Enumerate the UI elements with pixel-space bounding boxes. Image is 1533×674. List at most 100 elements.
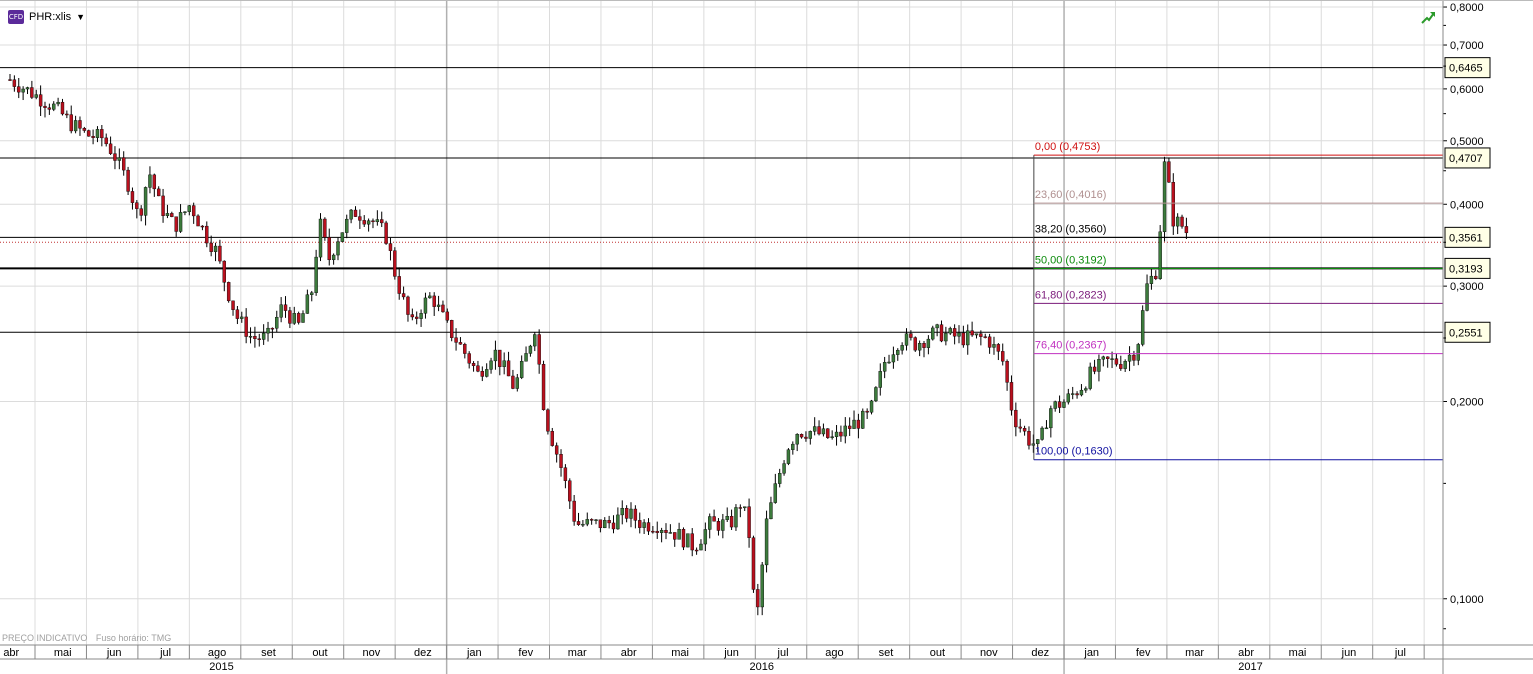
candle-body <box>78 120 82 129</box>
candle-body <box>1009 382 1014 411</box>
candle-body <box>100 129 104 139</box>
candle-body <box>764 518 769 566</box>
candle-body <box>257 338 261 340</box>
candle-body <box>1167 161 1171 183</box>
candle-body <box>375 219 380 223</box>
x-month-label: jun <box>1341 647 1357 659</box>
candle-body <box>524 353 528 362</box>
candle-body <box>834 431 839 437</box>
candle-body <box>708 516 712 530</box>
candle-body <box>1105 356 1110 359</box>
candle-body <box>323 218 327 238</box>
candle-body <box>655 530 659 533</box>
candle-body <box>1097 359 1101 372</box>
candle-body <box>633 508 638 521</box>
x-year-label: 2015 <box>209 661 233 673</box>
candle-body <box>65 113 69 116</box>
candle-body <box>156 188 161 197</box>
level-label: 0,3561 <box>1449 232 1483 244</box>
candle-body <box>463 344 467 354</box>
candle-body <box>642 522 646 528</box>
x-month-label: fev <box>518 647 533 659</box>
level-label: 0,2551 <box>1449 327 1483 339</box>
candle-body <box>948 328 952 334</box>
candle-body <box>345 218 349 233</box>
candle-body <box>677 529 681 540</box>
candle-body <box>909 333 913 338</box>
candle-body <box>629 508 633 519</box>
candle-body <box>791 443 795 450</box>
candle-body <box>690 533 694 551</box>
price-chart[interactable]: 0,6465 0,4707 0,3561 0,3193 0,2551 0,00 (0,4… <box>0 0 1533 674</box>
candle-body <box>122 157 126 171</box>
y-tick-label: 0,8000 <box>1450 2 1484 14</box>
candle-body <box>760 564 764 608</box>
x-month-label: jun <box>723 647 739 659</box>
candle-body <box>603 520 607 529</box>
candle-body <box>235 309 240 319</box>
candle-body <box>445 311 450 321</box>
symbol-label[interactable]: PHR:xlis <box>29 11 71 23</box>
candle-body <box>498 349 502 367</box>
candle-body <box>734 507 738 528</box>
chart-header[interactable]: CFD PHR:xlis ▼ <box>8 8 85 26</box>
candle-body <box>108 143 113 154</box>
candle-body <box>1110 358 1114 360</box>
candle-body <box>436 304 441 307</box>
candle-body <box>415 316 419 319</box>
candle-body <box>21 88 25 93</box>
candle-body <box>484 369 489 377</box>
candle-body <box>1132 354 1136 361</box>
candle-body <box>511 375 515 389</box>
candle-body <box>43 105 47 108</box>
candle-body <box>401 293 406 298</box>
trend-arrow-icon[interactable] <box>1420 9 1436 25</box>
candle-body <box>1127 354 1132 362</box>
candle-body <box>47 107 52 110</box>
candle-body <box>135 202 139 209</box>
candle-body <box>209 242 213 252</box>
x-month-label: dez <box>414 647 432 659</box>
candle-body <box>196 215 200 227</box>
candle-body <box>1053 401 1057 409</box>
fib-level-label: 38,20 (0,3560) <box>1035 223 1107 235</box>
candle-body <box>82 128 87 131</box>
candle-body <box>270 327 275 330</box>
candle-body <box>616 514 620 530</box>
candle-body <box>489 360 493 370</box>
candle-body <box>725 516 729 520</box>
y-tick-label: 0,1000 <box>1450 594 1484 606</box>
candle-body <box>73 120 78 132</box>
candle-body <box>1171 182 1175 227</box>
x-month-label: dez <box>1031 647 1049 659</box>
candle-body <box>183 211 187 213</box>
chevron-down-icon[interactable]: ▼ <box>76 12 85 22</box>
candle-body <box>213 245 218 252</box>
chart-footer: PREÇO INDICATIVO Fuso horário: TMG <box>2 633 177 643</box>
candle-body <box>178 212 183 232</box>
x-month-label: jul <box>777 647 789 659</box>
candle-body <box>248 336 253 338</box>
x-year-label: 2016 <box>750 661 774 673</box>
candle-body <box>1075 393 1079 396</box>
cfd-icon: CFD <box>8 10 24 24</box>
candle-body <box>992 344 996 348</box>
candle-body <box>550 431 554 446</box>
candle-body <box>1180 216 1184 227</box>
candle-body <box>1036 439 1040 444</box>
candle-body <box>913 337 917 351</box>
candle-body <box>454 337 458 343</box>
candle-body <box>777 473 782 484</box>
candle-body <box>589 519 594 521</box>
candle-body <box>799 434 804 438</box>
x-month-label: abr <box>621 647 637 659</box>
candle-body <box>240 316 244 319</box>
candle-body <box>594 519 598 521</box>
candle-body <box>970 330 974 336</box>
candle-body <box>397 276 401 294</box>
candle-body <box>673 532 677 540</box>
fib-level-label: 50,00 (0,3192) <box>1035 254 1107 266</box>
candle-body <box>1044 427 1049 430</box>
candle-body <box>804 436 808 439</box>
x-month-label: mai <box>1289 647 1307 659</box>
